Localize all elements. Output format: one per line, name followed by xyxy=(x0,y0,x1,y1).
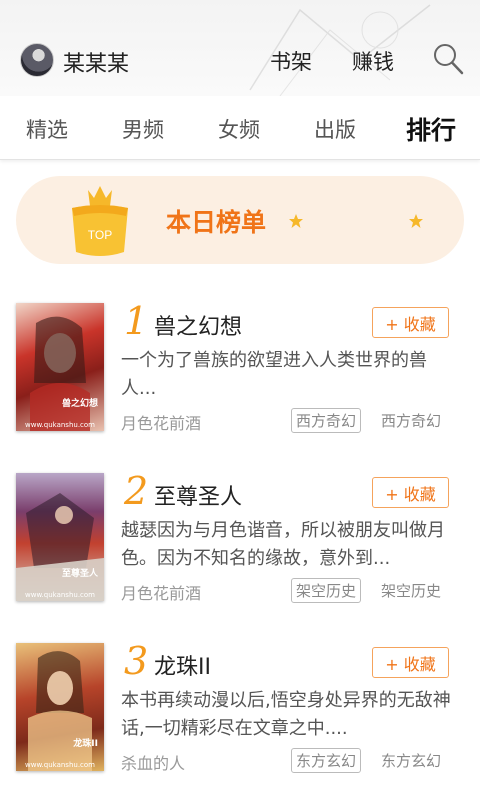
favorite-button[interactable]: + 收藏 xyxy=(372,307,449,338)
tab-female[interactable]: 女频 xyxy=(218,114,260,144)
cover-title: 龙珠II xyxy=(73,739,98,749)
genre-category: 西方奇幻 xyxy=(381,412,442,430)
book-title[interactable]: 龙珠II xyxy=(154,649,211,681)
cover-art xyxy=(30,316,90,431)
search-icon[interactable] xyxy=(432,42,464,76)
book-author: 杀血的人 xyxy=(121,754,186,773)
tab-featured[interactable]: 精选 xyxy=(26,114,68,144)
rank-number: 2 xyxy=(124,469,149,513)
genre-category: 东方玄幻 xyxy=(381,752,442,770)
book-cover[interactable]: 至尊圣人 www.qukanshu.com xyxy=(16,473,104,601)
cover-site: www.qukanshu.com xyxy=(25,591,95,599)
rank-number: 3 xyxy=(124,639,149,683)
earn-money-link[interactable]: 赚钱 xyxy=(352,46,394,76)
book-cover[interactable]: 兽之幻想 www.qukanshu.com xyxy=(16,303,104,431)
star-icon xyxy=(409,214,423,228)
tab-male[interactable]: 男频 xyxy=(122,114,164,144)
star-icon xyxy=(289,214,303,228)
book-list-item[interactable]: 兽之幻想 www.qukanshu.com 1 兽之幻想 + 收藏 一个为了兽族… xyxy=(0,299,480,443)
avatar[interactable] xyxy=(20,43,54,77)
rank-number: 1 xyxy=(124,299,149,343)
genre-tag[interactable]: 架空历史 xyxy=(291,578,362,603)
banner-title: 本日榜单 xyxy=(166,208,267,237)
category-tabs: 精选 男频 女频 出版 排行 xyxy=(0,96,480,160)
genre-tag[interactable]: 西方奇幻 xyxy=(291,408,362,433)
book-description: 本书再续动漫以后,悟空身处异界的无敌神话,一切精彩尽在文章之中.... xyxy=(121,690,451,739)
book-title[interactable]: 至尊圣人 xyxy=(154,479,242,511)
tab-published[interactable]: 出版 xyxy=(314,114,356,144)
book-author: 月色花前酒 xyxy=(121,414,202,433)
genre-category: 架空历史 xyxy=(381,582,442,600)
book-author: 月色花前酒 xyxy=(121,584,202,603)
book-cover[interactable]: 龙珠II www.qukanshu.com xyxy=(16,643,104,771)
cover-title: 至尊圣人 xyxy=(61,569,98,579)
crown-icon: TOP xyxy=(72,186,128,256)
top-bar: 某某某 书架 赚钱 xyxy=(0,0,480,96)
tab-ranking[interactable]: 排行 xyxy=(406,111,456,147)
cover-art xyxy=(16,493,104,601)
username[interactable]: 某某某 xyxy=(63,46,129,78)
favorite-button[interactable]: + 收藏 xyxy=(372,477,449,508)
book-list-item[interactable]: 至尊圣人 www.qukanshu.com 2 至尊圣人 + 收藏 越瑟因为与月… xyxy=(0,469,480,613)
cover-site: www.qukanshu.com xyxy=(25,421,95,429)
bookshelf-link[interactable]: 书架 xyxy=(270,46,312,76)
book-title[interactable]: 兽之幻想 xyxy=(154,309,242,341)
cover-art xyxy=(28,651,92,771)
daily-ranking-banner[interactable]: TOP 本日榜单 xyxy=(16,176,464,264)
favorite-button[interactable]: + 收藏 xyxy=(372,647,449,678)
cover-site: www.qukanshu.com xyxy=(25,761,95,769)
cover-title: 兽之幻想 xyxy=(61,399,98,409)
book-description: 越瑟因为与月色谐音，所以被朋友叫做月色。因为不知名的缘故，意外到... xyxy=(121,520,445,569)
genre-tag[interactable]: 东方玄幻 xyxy=(291,748,362,773)
book-list-item[interactable]: 龙珠II www.qukanshu.com 3 龙珠II + 收藏 本书再续动漫… xyxy=(0,639,480,783)
book-description: 一个为了兽族的欲望进入人类世界的兽人... xyxy=(121,350,427,399)
top-badge-text: TOP xyxy=(88,228,112,242)
